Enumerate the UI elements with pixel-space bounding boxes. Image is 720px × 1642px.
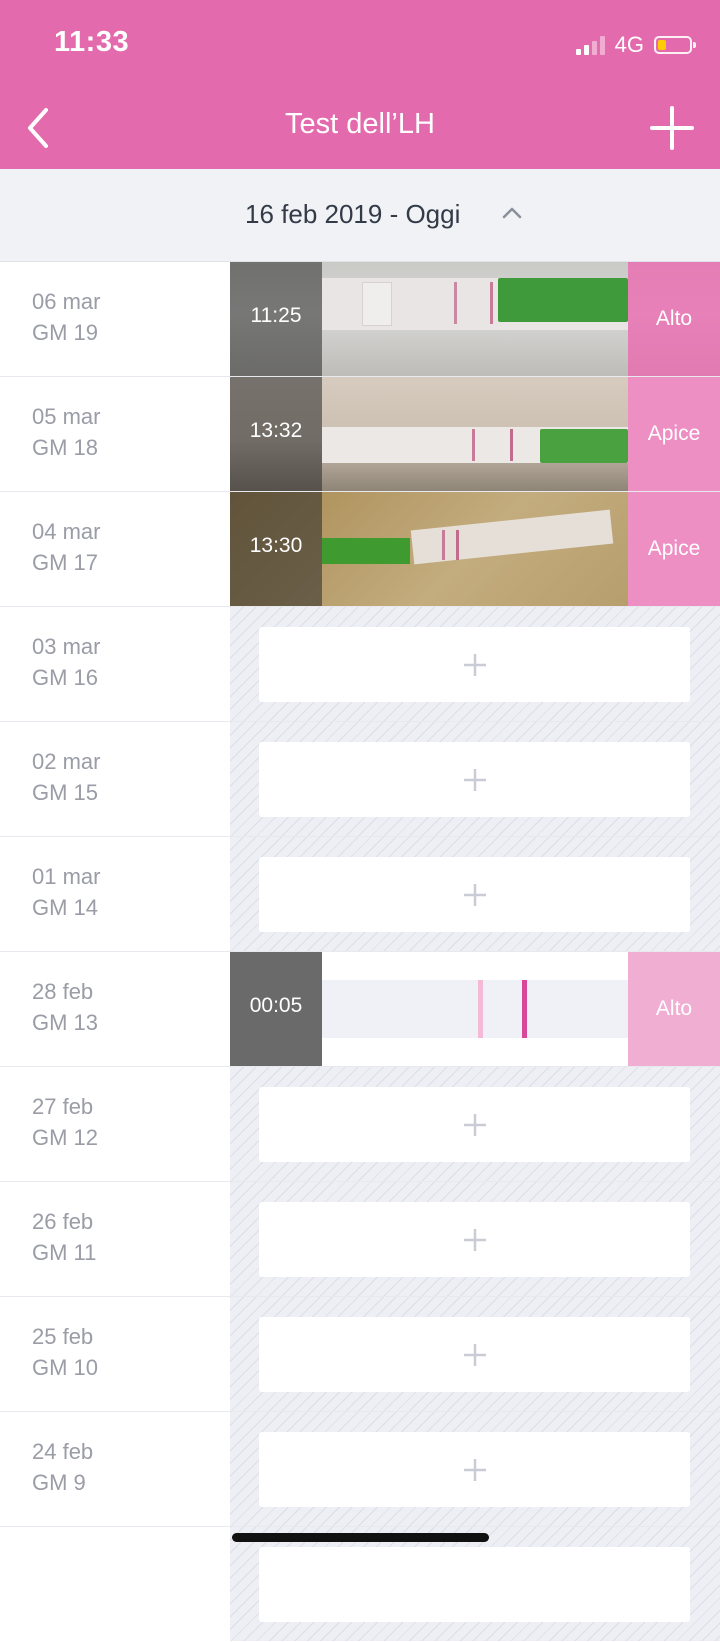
test-strip-illustration [322, 952, 628, 1066]
date-cell [0, 1527, 230, 1641]
add-test-card[interactable] [259, 1087, 690, 1162]
test-time: 13:32 [249, 419, 303, 442]
empty-slot [230, 1412, 720, 1526]
test-photo-entry[interactable]: 11:25 Alto [230, 262, 720, 376]
date-cell: 24 feb GM 9 [0, 1412, 230, 1526]
test-strip-image [322, 377, 628, 491]
date-label: 06 mar [32, 289, 101, 314]
cycle-day-label: GM 9 [32, 1470, 86, 1495]
list-item-partial [0, 1527, 720, 1642]
date-label: 24 feb [32, 1439, 94, 1464]
cycle-day-label: GM 13 [32, 1010, 99, 1035]
empty-slot [230, 1182, 720, 1296]
home-indicator[interactable] [232, 1533, 489, 1542]
add-test-card[interactable] [259, 1317, 690, 1392]
plus-icon [463, 768, 486, 791]
cycle-day-label: GM 15 [32, 780, 99, 805]
result-badge: Alto [628, 262, 720, 376]
list-item: 26 feb GM 11 [0, 1182, 720, 1297]
test-time: 13:30 [249, 534, 303, 557]
date-label: 28 feb [32, 979, 94, 1004]
date-label: 01 mar [32, 864, 101, 889]
plus-icon [650, 106, 694, 150]
test-photo-entry[interactable]: 13:32 Apice [230, 377, 720, 491]
cycle-day-label: GM 14 [32, 895, 99, 920]
date-cell: 03 mar GM 16 [0, 607, 230, 721]
date-label: 04 mar [32, 519, 101, 544]
date-cell: 06 mar GM 19 [0, 262, 230, 376]
cycle-day-label: GM 18 [32, 435, 99, 460]
date-label: 26 feb [32, 1209, 94, 1234]
date-range-label: 16 feb 2019 - Oggi [245, 199, 461, 229]
cycle-day-label: GM 17 [32, 550, 99, 575]
test-photo-entry[interactable]: 13:30 Apice [230, 492, 720, 606]
add-test-card[interactable] [259, 857, 690, 932]
date-cell: 26 feb GM 11 [0, 1182, 230, 1296]
test-time: 11:25 [250, 304, 302, 327]
list-item: 06 mar GM 19 11:25 Alto [0, 262, 720, 377]
signal-icon [575, 35, 605, 55]
empty-slot [230, 722, 720, 836]
empty-slot [230, 1297, 720, 1411]
date-label: 25 feb [32, 1324, 94, 1349]
add-test-card[interactable] [259, 1547, 690, 1622]
list-item: 28 feb GM 13 00:05 Alto [0, 952, 720, 1067]
result-badge: Apice [628, 377, 720, 491]
plus-icon [463, 653, 486, 676]
date-cell: 02 mar GM 15 [0, 722, 230, 836]
add-test-card[interactable] [259, 742, 690, 817]
empty-slot [230, 607, 720, 721]
status-time: 11:33 [54, 26, 130, 58]
plus-icon [463, 1343, 486, 1366]
date-label: 03 mar [32, 634, 101, 659]
date-cell: 27 feb GM 12 [0, 1067, 230, 1181]
plus-icon [463, 883, 486, 906]
date-range-selector[interactable]: 16 feb 2019 - Oggi [0, 169, 720, 262]
list-item: 04 mar GM 17 13:30 Apice [0, 492, 720, 607]
test-time: 00:05 [249, 994, 303, 1017]
add-test-card[interactable] [259, 1202, 690, 1277]
plus-icon [463, 1228, 486, 1251]
list-item: 24 feb GM 9 [0, 1412, 720, 1527]
test-entry[interactable]: 00:05 Alto [230, 952, 720, 1066]
empty-slot [230, 1067, 720, 1181]
cycle-day-label: GM 19 [32, 320, 99, 345]
date-cell: 05 mar GM 18 [0, 377, 230, 491]
list-item: 03 mar GM 16 [0, 607, 720, 722]
date-cell: 25 feb GM 10 [0, 1297, 230, 1411]
date-cell: 28 feb GM 13 [0, 952, 230, 1066]
network-label: 4G [614, 32, 644, 57]
battery-icon [654, 36, 696, 54]
plus-icon [463, 1113, 486, 1136]
page-title: Test dell’LH [285, 108, 435, 140]
date-label: 02 mar [32, 749, 101, 774]
status-indicators: 4G [575, 30, 696, 60]
test-list: 06 mar GM 19 11:25 Alto 05 mar GM 18 13:… [0, 262, 720, 1642]
test-strip-image [322, 262, 628, 376]
list-item: 02 mar GM 15 [0, 722, 720, 837]
plus-icon [463, 1458, 486, 1481]
chevron-up-icon [502, 207, 522, 219]
add-test-card[interactable] [259, 627, 690, 702]
add-test-button[interactable] [648, 104, 696, 152]
date-cell: 01 mar GM 14 [0, 837, 230, 951]
result-badge: Alto [628, 952, 720, 1066]
empty-slot [230, 1527, 720, 1641]
list-item: 05 mar GM 18 13:32 Apice [0, 377, 720, 492]
list-item: 25 feb GM 10 [0, 1297, 720, 1412]
test-strip-image [322, 492, 628, 606]
list-item: 01 mar GM 14 [0, 837, 720, 952]
result-badge: Apice [628, 492, 720, 606]
date-label: 27 feb [32, 1094, 94, 1119]
cycle-day-label: GM 11 [32, 1240, 97, 1265]
empty-slot [230, 837, 720, 951]
date-cell: 04 mar GM 17 [0, 492, 230, 606]
add-test-card[interactable] [259, 1432, 690, 1507]
cycle-day-label: GM 10 [32, 1355, 99, 1380]
list-item: 27 feb GM 12 [0, 1067, 720, 1182]
cycle-day-label: GM 16 [32, 665, 99, 690]
app-header: 11:33 4G Test dell’LH [0, 0, 720, 169]
cycle-day-label: GM 12 [32, 1125, 99, 1150]
date-label: 05 mar [32, 404, 101, 429]
